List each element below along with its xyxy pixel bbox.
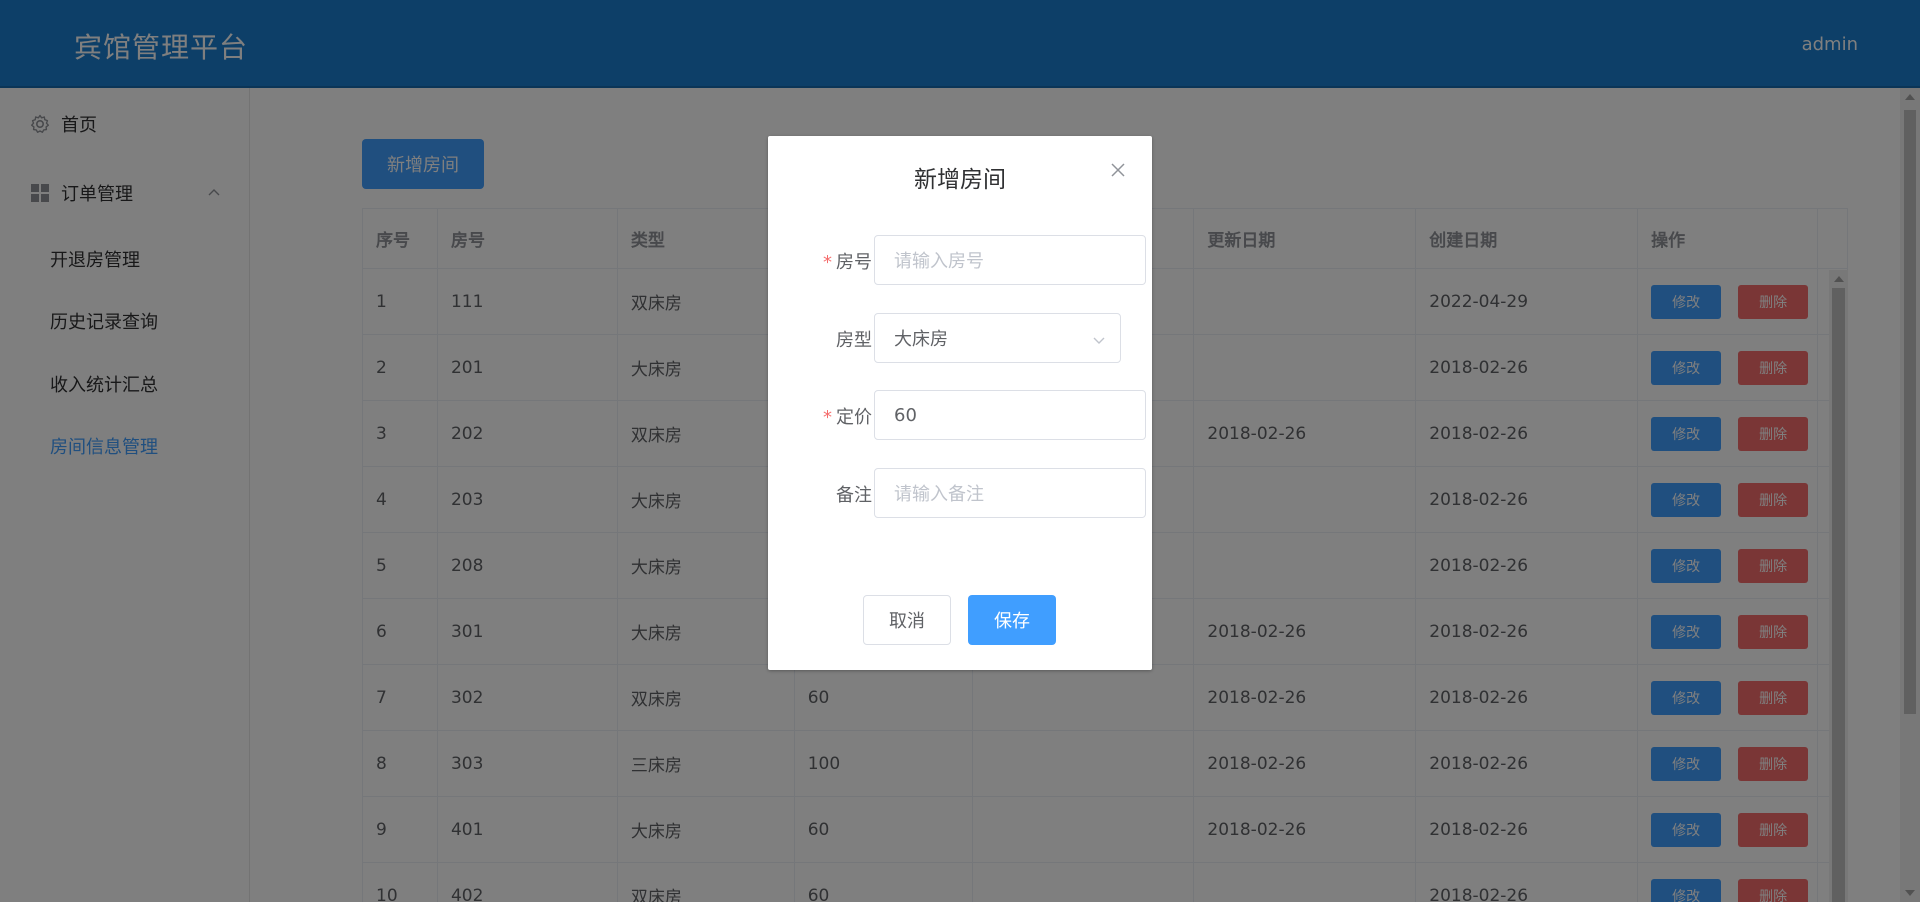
price-input[interactable]: 60: [874, 390, 1146, 440]
room-no-label: * 房号: [823, 252, 872, 273]
price-label: * 定价: [823, 407, 872, 428]
room-type-label: 房型: [836, 330, 872, 351]
required-mark: *: [823, 252, 832, 273]
close-icon[interactable]: [1110, 162, 1126, 178]
add-room-dialog: 新增房间 * 房号 请输入房号 房型 大床房 * 定价 60 备注 请输入备注 取消…: [768, 136, 1152, 670]
room-type-select[interactable]: 大床房: [874, 313, 1121, 363]
cancel-button[interactable]: 取消: [863, 595, 951, 645]
note-input[interactable]: 请输入备注: [874, 468, 1146, 518]
room-no-input[interactable]: 请输入房号: [874, 235, 1146, 285]
selected-value: 大床房: [894, 329, 948, 350]
note-label: 备注: [836, 485, 872, 506]
dialog-title: 新增房间: [914, 167, 1006, 193]
required-mark: *: [823, 407, 832, 428]
save-button[interactable]: 保存: [968, 595, 1056, 645]
chevron-down-icon: [1092, 331, 1106, 345]
